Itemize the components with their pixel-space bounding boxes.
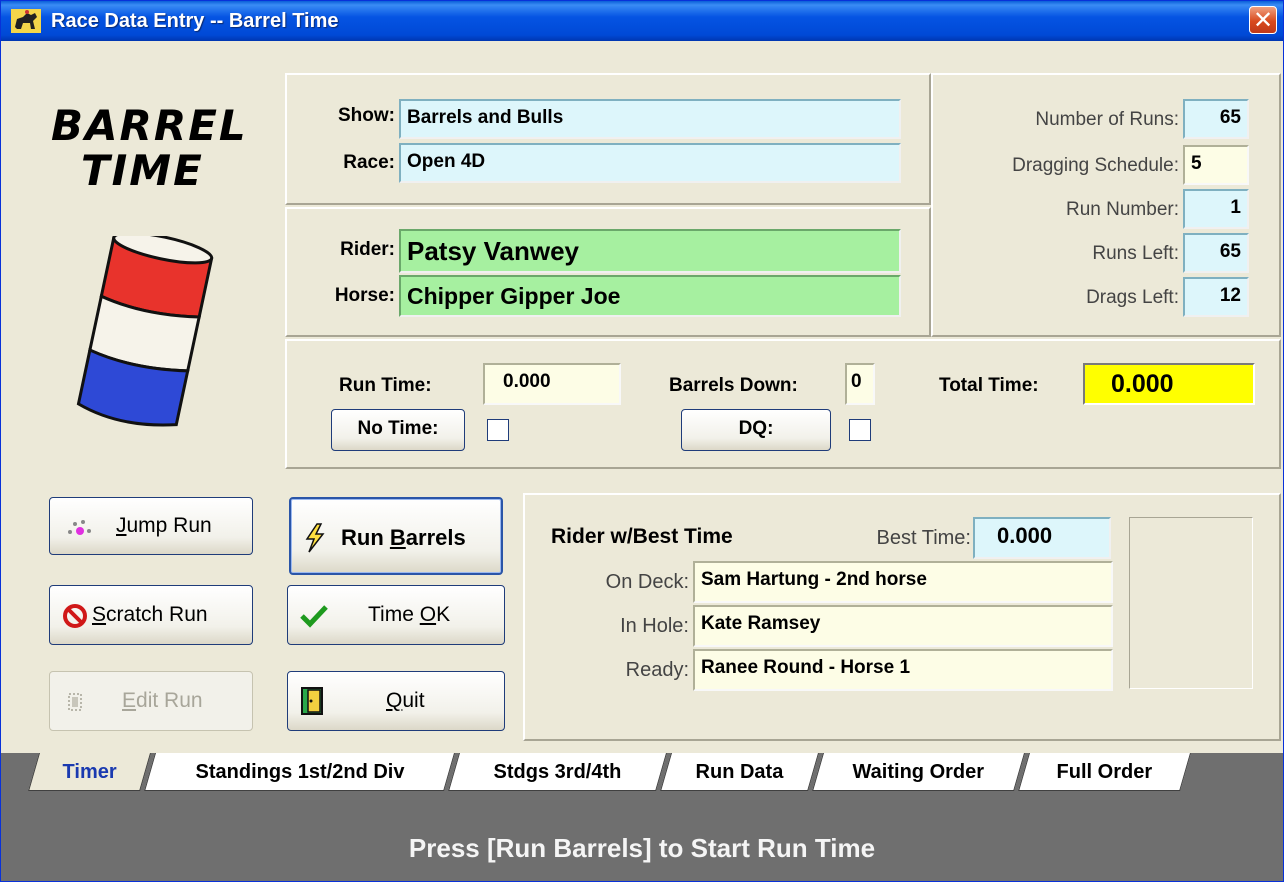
title-bar: Race Data Entry -- Barrel Time ✕ bbox=[1, 1, 1283, 41]
tab-stdgs-3rd-4th[interactable]: Stdgs 3rd/4th bbox=[448, 753, 667, 791]
logo-text-line1: BARREL bbox=[51, 101, 248, 150]
best-time-label: Best Time: bbox=[876, 527, 971, 549]
no-entry-icon bbox=[63, 604, 87, 628]
stats-panel: Number of Runs: 65 Dragging Schedule: 5 … bbox=[931, 73, 1281, 337]
edit-run-label: Edit Run bbox=[122, 689, 203, 712]
scratch-run-button[interactable]: Scratch Run bbox=[49, 585, 253, 645]
stat-field-drags-left[interactable]: 12 bbox=[1183, 277, 1249, 317]
run-time-field[interactable]: 0.000 bbox=[483, 363, 621, 405]
edit-run-button[interactable]: Edit Run bbox=[49, 671, 253, 731]
close-icon: ✕ bbox=[1252, 6, 1274, 34]
on-deck-label: On Deck: bbox=[605, 571, 689, 593]
time-ok-button[interactable]: Time OK bbox=[287, 585, 505, 645]
rider-horse-panel: Rider: Patsy Vanwey Horse: Chipper Gippe… bbox=[285, 207, 931, 337]
no-time-label: No Time: bbox=[357, 418, 439, 439]
best-time-field: 0.000 bbox=[973, 517, 1111, 559]
stat-label-dragging-schedule: Dragging Schedule: bbox=[1012, 155, 1179, 176]
stat-field-run-number[interactable]: 1 bbox=[1183, 189, 1249, 229]
image-placeholder-box bbox=[1129, 517, 1253, 689]
run-barrels-button[interactable]: Run Barrels bbox=[289, 497, 503, 575]
barrels-down-field[interactable]: 0 bbox=[845, 363, 875, 405]
lightning-icon bbox=[305, 523, 325, 553]
dq-button[interactable]: DQ: bbox=[681, 409, 831, 451]
show-field[interactable]: Barrels and Bulls bbox=[399, 99, 901, 139]
total-time-field: 0.000 bbox=[1083, 363, 1255, 405]
logo-text-line2: TIME bbox=[81, 146, 204, 195]
jump-run-button[interactable]: Jump Run bbox=[49, 497, 253, 555]
barrel-icon bbox=[76, 236, 214, 427]
quit-label: Quit bbox=[386, 689, 425, 712]
in-hole-label: In Hole: bbox=[620, 615, 689, 637]
tab-area: Timer Standings 1st/2nd Div Stdgs 3rd/4t… bbox=[1, 753, 1283, 881]
window-title: Race Data Entry -- Barrel Time bbox=[51, 10, 339, 32]
rider-field[interactable]: Patsy Vanwey bbox=[399, 229, 901, 273]
quit-button[interactable]: Quit bbox=[287, 671, 505, 731]
edit-document-icon bbox=[68, 693, 82, 711]
run-barrels-label: Run Barrels bbox=[341, 525, 466, 550]
in-hole-field: Kate Ramsey bbox=[693, 605, 1113, 647]
tab-run-data[interactable]: Run Data bbox=[660, 753, 819, 791]
no-time-button[interactable]: No Time: bbox=[331, 409, 465, 451]
tab-waiting-order[interactable]: Waiting Order bbox=[812, 753, 1025, 791]
on-deck-field: Sam Hartung - 2nd horse bbox=[693, 561, 1113, 603]
race-field[interactable]: Open 4D bbox=[399, 143, 901, 183]
queue-panel: Rider w/Best Time Best Time: 0.000 On De… bbox=[523, 493, 1281, 741]
run-time-label: Run Time: bbox=[339, 375, 432, 396]
logo-area: BARREL TIME bbox=[31, 91, 271, 441]
jump-run-label: Jump Run bbox=[116, 514, 212, 537]
barrels-down-label: Barrels Down: bbox=[669, 375, 798, 396]
horse-label: Horse: bbox=[334, 285, 395, 306]
race-label: Race: bbox=[343, 152, 395, 173]
stat-field-number-of-runs[interactable]: 65 bbox=[1183, 99, 1249, 139]
timing-panel: Run Time: 0.000 No Time: Barrels Down: 0… bbox=[285, 339, 1281, 469]
tab-full-order[interactable]: Full Order bbox=[1018, 753, 1191, 791]
jump-dots-icon bbox=[68, 520, 91, 535]
tab-strip: Timer Standings 1st/2nd Div Stdgs 3rd/4t… bbox=[1, 753, 1283, 793]
tab-timer[interactable]: Timer bbox=[28, 753, 151, 791]
horse-rider-icon bbox=[11, 9, 41, 33]
time-ok-label: Time OK bbox=[368, 603, 451, 626]
stat-field-runs-left[interactable]: 65 bbox=[1183, 233, 1249, 273]
status-message: Press [Run Barrels] to Start Run Time bbox=[408, 833, 876, 863]
stat-label-run-number: Run Number: bbox=[1066, 199, 1179, 220]
show-label: Show: bbox=[338, 105, 395, 126]
ready-field: Ranee Round - Horse 1 bbox=[693, 649, 1113, 691]
scratch-run-label: Scratch Run bbox=[92, 603, 208, 626]
close-button[interactable]: ✕ bbox=[1249, 6, 1277, 34]
stat-label-drags-left: Drags Left: bbox=[1086, 287, 1179, 308]
checkmark-icon bbox=[300, 605, 328, 628]
stat-label-number-of-runs: Number of Runs: bbox=[1035, 109, 1179, 130]
show-race-panel: Show: Barrels and Bulls Race: Open 4D bbox=[285, 73, 931, 205]
race-data-entry-window: Race Data Entry -- Barrel Time ✕ BARREL … bbox=[0, 0, 1284, 882]
ready-label: Ready: bbox=[625, 659, 689, 681]
horse-field[interactable]: Chipper Gipper Joe bbox=[399, 275, 901, 317]
rider-best-time-label: Rider w/Best Time bbox=[551, 525, 733, 548]
dq-checkbox[interactable] bbox=[849, 419, 871, 441]
dq-label: DQ: bbox=[738, 418, 774, 439]
stat-label-runs-left: Runs Left: bbox=[1092, 243, 1179, 264]
no-time-checkbox[interactable] bbox=[487, 419, 509, 441]
exit-door-icon bbox=[301, 687, 323, 715]
total-time-label: Total Time: bbox=[939, 375, 1039, 396]
tab-standings-1st-2nd-div[interactable]: Standings 1st/2nd Div bbox=[144, 753, 455, 791]
stat-field-dragging-schedule[interactable]: 5 bbox=[1183, 145, 1249, 185]
rider-label: Rider: bbox=[340, 239, 395, 260]
